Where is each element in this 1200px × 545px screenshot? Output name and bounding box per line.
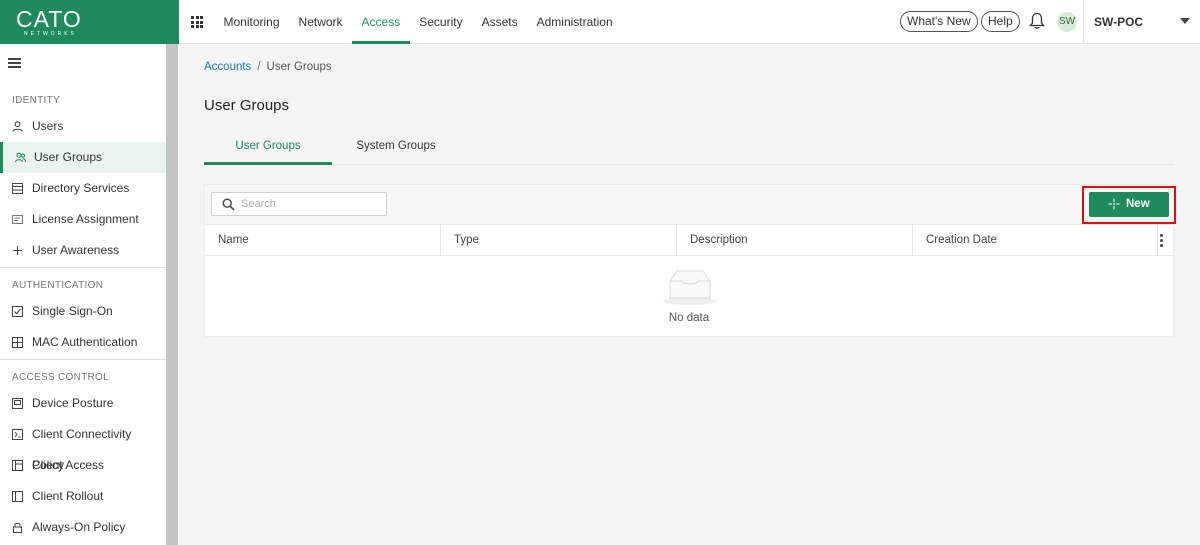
chevron-down-icon[interactable] (1180, 18, 1190, 24)
directory-icon (12, 183, 23, 194)
nav-network[interactable]: Network (289, 0, 352, 44)
sidebar-item-label: Always-On Policy (32, 520, 126, 534)
sidebar-item-label: Device Posture (32, 396, 114, 410)
column-header-creation-date[interactable]: Creation Date (913, 225, 1158, 256)
top-bar: CATO NETWORKS Monitoring Network Access … (0, 0, 1200, 44)
checkbox-icon (12, 306, 23, 317)
sidebar-item-label: User Groups (34, 150, 103, 164)
empty-state-text: No data (668, 312, 710, 324)
sidebar-divider (0, 267, 166, 268)
sidebar-item-label: MAC Authentication (32, 335, 138, 349)
sidebar-item-license-assignment[interactable]: License Assignment (0, 204, 166, 235)
tabs: User Groups System Groups (204, 128, 1174, 165)
sidebar-item-label: Single Sign-On (32, 304, 113, 318)
kebab-menu-icon[interactable] (1160, 234, 1164, 248)
breadcrumb-separator: / (257, 61, 261, 73)
nav-assets[interactable]: Assets (472, 0, 527, 44)
cato-logo[interactable]: CATO NETWORKS (0, 0, 179, 44)
sidebar-item-label: User Awareness (32, 243, 120, 257)
nav-monitoring[interactable]: Monitoring (214, 0, 289, 44)
sidebar-divider (0, 359, 166, 360)
search-icon (222, 198, 235, 211)
help-button[interactable]: Help (981, 11, 1020, 32)
section-identity: IDENTITY (12, 95, 60, 106)
sidebar: IDENTITY Users User Groups Directory Ser… (0, 44, 166, 545)
header-divider (1083, 0, 1084, 44)
sidebar-item-always-on-policy[interactable]: Always-On Policy (0, 512, 166, 543)
layout-icon (12, 460, 23, 471)
sidebar-item-label: Client Access (32, 458, 105, 472)
logo-text: CATO (16, 6, 82, 32)
user-group-icon (15, 152, 26, 163)
sidebar-item-label: Users (32, 119, 64, 133)
nav-access[interactable]: Access (352, 0, 410, 44)
sidebar-item-mac-authentication[interactable]: MAC Authentication (0, 327, 166, 358)
sidebar-item-users[interactable]: Users (0, 111, 166, 142)
lock-icon (13, 522, 22, 533)
apps-grid-icon[interactable] (191, 16, 203, 28)
search-input[interactable] (241, 196, 381, 212)
sidebar-item-client-access[interactable]: Client Access (0, 450, 166, 481)
page-title: User Groups (204, 97, 290, 114)
logo-subtext: NETWORKS (24, 31, 77, 37)
policy-icon (12, 429, 23, 440)
user-icon (12, 121, 23, 132)
sidebar-item-device-posture[interactable]: Device Posture (0, 388, 166, 419)
whats-new-button[interactable]: What's New (900, 11, 978, 32)
column-header-type[interactable]: Type (441, 225, 677, 256)
sidebar-item-directory-services[interactable]: Directory Services (0, 173, 166, 204)
section-access-control: ACCESS CONTROL (12, 372, 109, 383)
account-name[interactable]: SW-POC (1094, 15, 1143, 29)
sidebar-item-single-sign-on[interactable]: Single Sign-On (0, 296, 166, 327)
avatar[interactable]: SW (1057, 12, 1077, 32)
table-toolbar: New (205, 185, 1173, 225)
sidebar-item-user-awareness[interactable]: User Awareness (0, 235, 166, 266)
rollout-icon (12, 491, 23, 502)
license-icon (12, 215, 23, 224)
plus-icon (13, 246, 22, 255)
device-icon (12, 398, 23, 409)
sidebar-item-label: Directory Services (32, 181, 130, 195)
section-authentication: AUTHENTICATION (12, 280, 104, 291)
breadcrumb-accounts-link[interactable]: Accounts (204, 61, 251, 73)
sidebar-item-client-connectivity-policy[interactable]: Client Connectivity Policy (0, 419, 166, 472)
tab-user-groups[interactable]: User Groups (204, 128, 332, 165)
sidebar-item-client-rollout[interactable]: Client Rollout (0, 481, 166, 512)
empty-inbox-icon (663, 270, 717, 305)
sidebar-item-label: Client Rollout (32, 489, 104, 503)
breadcrumb-current: User Groups (266, 61, 332, 73)
user-groups-table-panel: New Name Type Description Creation Date … (204, 184, 1176, 337)
main-nav: Monitoring Network Access Security Asset… (214, 0, 622, 44)
table-header: Name Type Description Creation Date (205, 225, 1173, 256)
nav-administration[interactable]: Administration (527, 0, 622, 44)
sidebar-scrollbar[interactable] (166, 44, 178, 545)
sidebar-item-label: License Assignment (32, 212, 139, 226)
highlight-box (1082, 186, 1176, 224)
column-header-name[interactable]: Name (205, 225, 441, 256)
grid-icon (12, 337, 23, 348)
sidebar-item-user-groups[interactable]: User Groups (0, 142, 166, 173)
search-box[interactable] (211, 192, 387, 216)
hamburger-menu-icon[interactable] (8, 58, 21, 68)
nav-security[interactable]: Security (410, 0, 472, 44)
column-header-description[interactable]: Description (677, 225, 913, 256)
bell-icon[interactable] (1029, 12, 1045, 30)
tab-system-groups[interactable]: System Groups (332, 128, 460, 165)
breadcrumb: Accounts / User Groups (204, 61, 332, 73)
